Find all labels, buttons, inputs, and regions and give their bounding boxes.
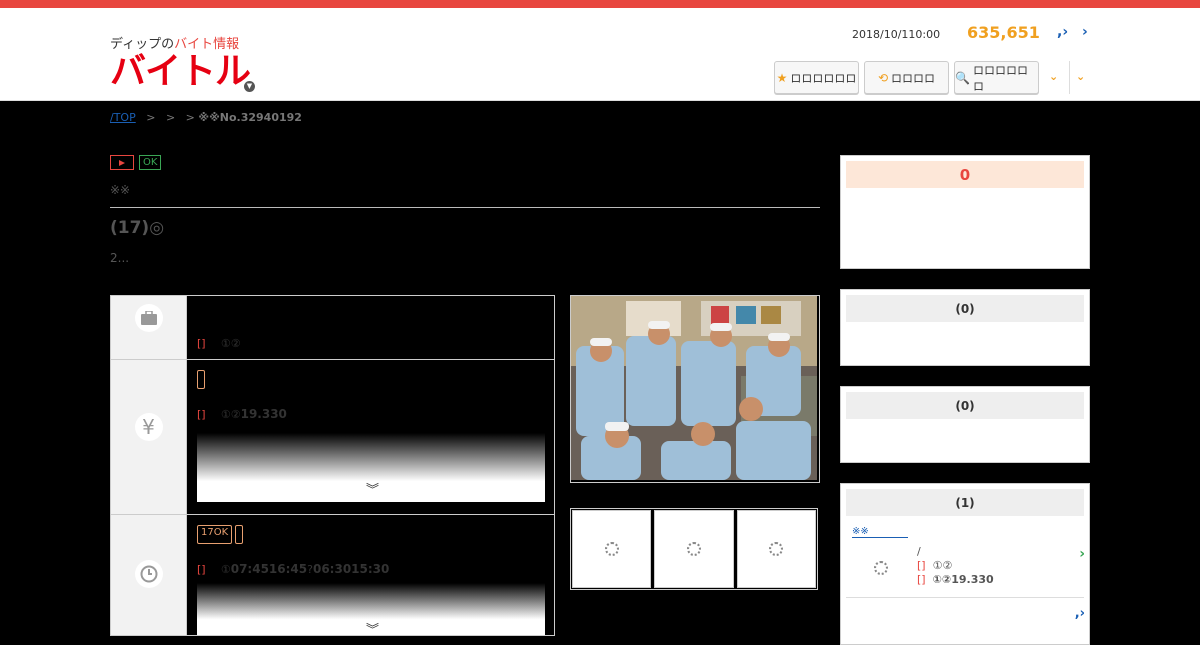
row-tag: [] [197,563,206,576]
row-side [111,296,187,359]
sidebar-box-apply: 0 [840,155,1090,269]
yen-icon: ¥ [134,413,163,441]
thumbnail[interactable] [654,510,734,588]
sidebar-box-header: (1) [846,489,1084,516]
thumbnail-strip [570,508,818,590]
favorites-button[interactable]: ★ ロロロロロロ [774,61,859,94]
header-arrow-1[interactable]: ,› [1057,24,1068,40]
related-job-line3: [] ①②19.330 [917,573,994,586]
breadcrumb: /TOP > > > ※※No.32940192 [110,111,302,124]
site-header: ディップのバイト情報 バイトル ▼ 2018/10/110:00 635,651… [0,8,1200,101]
job-note: ※※ [110,183,131,197]
row-text: ①② [220,408,241,421]
job-subtitle: 2... [110,251,130,265]
header-divider [1069,61,1070,94]
detail-row-occupation: [] ①② [111,296,554,360]
thumbnail[interactable] [572,510,652,588]
menu-chevron-down-icon[interactable]: ⌄ [1076,70,1085,83]
sidebar-box-2: (0) [840,289,1090,366]
header-date: 2018/10/110:00 [852,28,941,41]
logo-chevron-down-icon[interactable]: ▼ [244,81,255,92]
row-text: ①② [220,337,241,350]
spinner-icon [686,542,701,556]
logo-brand: バイトル [110,51,251,92]
workers-photo [571,296,817,480]
job-badges: OK [110,155,162,170]
expand-section[interactable]: ︾ [197,433,545,502]
job-main-photo[interactable] [570,295,820,483]
row-tag: [] [197,337,206,350]
row-side: ¥ [111,360,187,514]
search-icon: 🔍 [955,70,970,85]
row-body: [] ①② [187,296,554,359]
row-tag: [] [197,408,206,421]
expand-section[interactable]: ︾ [197,583,545,638]
related-job-thumb [874,561,888,575]
logo-tagline: ディップのバイト情報 [110,37,240,52]
salary-box [197,370,205,389]
related-job-chevron-icon[interactable]: › [1079,546,1085,562]
related-job-link[interactable]: ※※ [852,526,908,538]
history-button-label: ロロロロ [891,71,936,85]
detail-row-salary: ¥ [] ①②19.330 ︾ [111,360,554,515]
expand-chevron-icon[interactable]: ︾ [366,479,379,498]
sidebar-box-header: (0) [846,295,1084,322]
job-detail-table: [] ①② ¥ [] ①②19.330 ︾ 17OK [] ①07:4516:4… [110,295,555,638]
row-body: [] ①②19.330 ︾ [187,360,554,514]
search-button[interactable]: 🔍 ロロロロロロ [954,61,1039,94]
star-icon: ★ [776,70,788,85]
hours-value-1: 07:4516:45 [230,562,308,576]
ok-badge: OK [139,155,162,170]
detail-row-hours: 17OK [] ①07:4516:45?06:3015:30 ︾ [111,515,554,638]
favorites-button-label: ロロロロロロ [790,71,857,85]
sidebar-box-header: (0) [846,392,1084,419]
related-job-line1: / [917,545,921,558]
video-badge [110,155,134,170]
header-arrow-2[interactable]: › [1082,24,1088,40]
breadcrumb-current: ※※No.32940192 [198,111,302,124]
thumbnail[interactable] [736,510,816,588]
site-logo[interactable]: ディップのバイト情報 バイトル ▼ [110,33,260,95]
clock-icon [134,560,163,588]
sidebar-box-header: 0 [846,161,1084,188]
row-side [111,515,187,635]
chevron-down-icon[interactable]: ⌄ [1049,70,1058,83]
play-icon [119,159,125,166]
age-badge: 17OK [197,525,233,544]
row-text: ① [220,563,231,576]
divider [110,207,820,208]
spinner-icon [874,561,888,575]
briefcase-icon [134,304,163,332]
top-accent-bar [0,0,1200,8]
sidebar-box-related: (1) ※※ / [] ①② [] ①②19.330 › ,› [840,483,1090,645]
job-count: 635,651 [967,23,1040,42]
hours-value-2: 06:3015:30 [312,562,390,576]
history-icon: ⟲ [877,70,889,85]
divider [846,597,1084,598]
search-button-label: ロロロロロロ [972,63,1028,93]
breadcrumb-top-link[interactable]: /TOP [110,111,136,124]
hours-box [235,525,244,544]
job-title: (17)◎ [110,218,165,238]
row-body: 17OK [] ①07:4516:45?06:3015:30 ︾ [187,515,554,638]
related-job-line2: [] ①② [917,559,953,572]
spinner-icon [604,542,619,556]
sidebar-box-3: (0) [840,386,1090,463]
spinner-icon [769,542,784,556]
expand-chevron-icon[interactable]: ︾ [366,619,379,638]
salary-value: 19.330 [240,407,287,421]
history-button[interactable]: ⟲ ロロロロ [864,61,949,94]
more-arrow-icon[interactable]: ,› [1075,606,1085,621]
